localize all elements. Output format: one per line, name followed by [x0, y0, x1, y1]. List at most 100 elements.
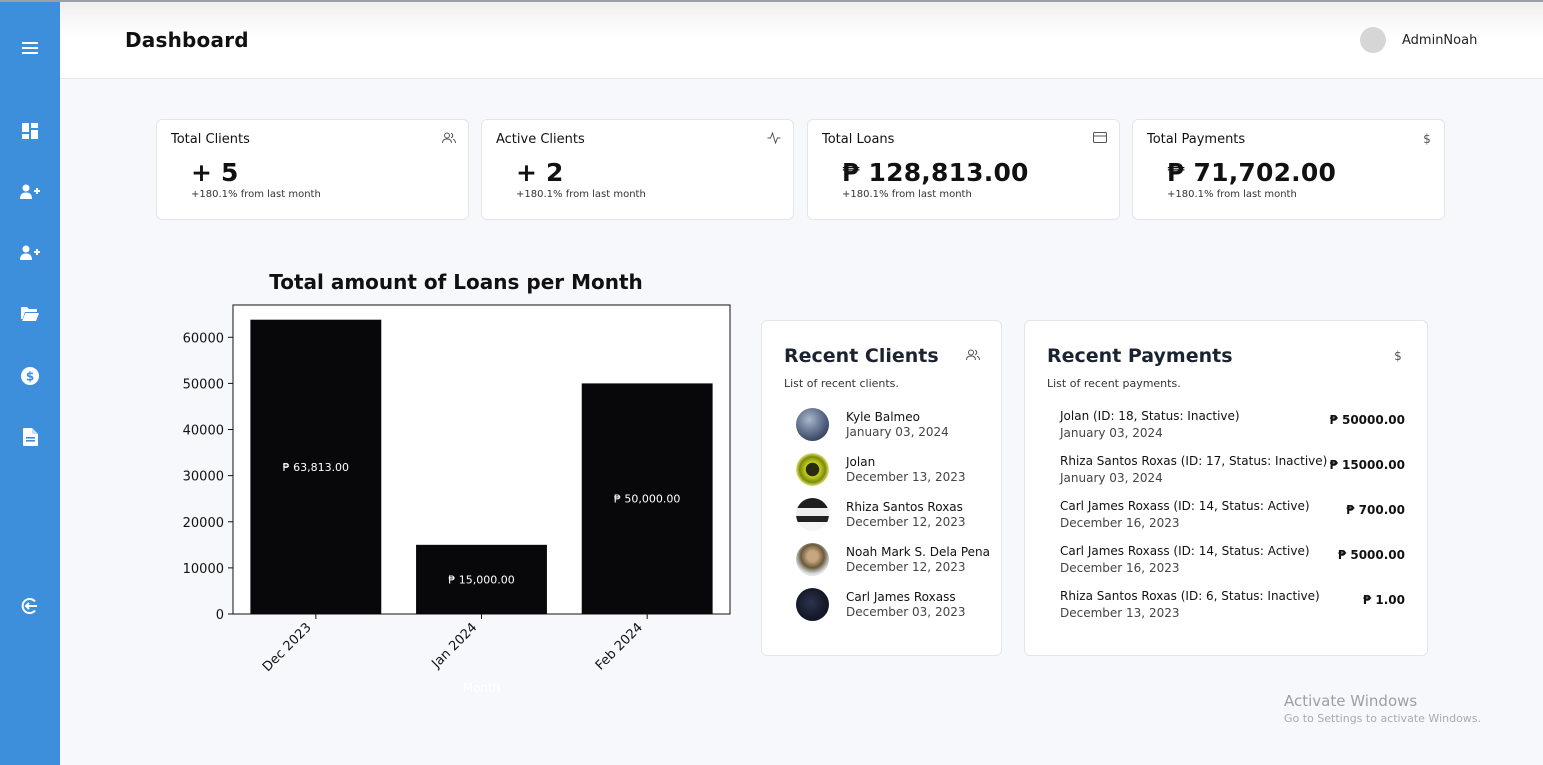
top-header: Dashboard AdminNoah [60, 2, 1543, 79]
sidebar-item-add-client[interactable] [0, 175, 60, 209]
list-item[interactable]: Rhiza Santos Roxas December 12, 2023 [796, 498, 996, 534]
client-date: December 13, 2023 [846, 470, 966, 484]
list-item[interactable]: Noah Mark S. Dela Pena December 12, 2023 [796, 543, 996, 579]
stat-label: Total Payments [1147, 132, 1246, 147]
stat-label: Active Clients [496, 132, 585, 147]
username[interactable]: AdminNoah [1402, 33, 1477, 48]
activate-windows-subtitle: Go to Settings to activate Windows. [1284, 712, 1482, 725]
client-name: Noah Mark S. Dela Pena [846, 545, 991, 559]
y-tick-label: 0 [216, 608, 224, 623]
payment-amount: ₱ 50000.00 [1329, 413, 1405, 427]
x-tick-label: Jan 2024 [429, 620, 481, 672]
sidebar-item-payments[interactable]: $ [0, 359, 60, 393]
list-item[interactable]: Rhiza Santos Roxas (ID: 17, Status: Inac… [1060, 454, 1405, 488]
sidebar-menu-toggle[interactable] [0, 31, 60, 65]
stat-note: +180.1% from last month [1167, 189, 1297, 200]
bar-data-label: ₱ 50,000.00 [614, 493, 680, 506]
payment-amount: ₱ 700.00 [1346, 503, 1405, 517]
stat-card-total-payments: Total Payments $ ₱ 71,702.00 +180.1% fro… [1132, 119, 1445, 220]
panel-title: Recent Payments [1047, 345, 1233, 367]
stat-note: +180.1% from last month [516, 189, 646, 200]
stat-card-active-clients: Active Clients + 2 +180.1% from last mon… [481, 119, 794, 220]
stat-value: + 2 [516, 158, 564, 187]
panel-subtitle: List of recent clients. [784, 377, 899, 390]
client-date: December 12, 2023 [846, 560, 966, 574]
stat-note: +180.1% from last month [191, 189, 321, 200]
recent-clients-panel: Recent Clients List of recent clients. K… [761, 320, 1002, 656]
client-name: Rhiza Santos Roxas [846, 500, 963, 514]
panel-subtitle: List of recent payments. [1047, 377, 1181, 390]
x-tick-label: Dec 2023 [260, 620, 315, 675]
list-item[interactable]: Carl James Roxass December 03, 2023 [796, 588, 996, 624]
payment-client: Carl James Roxass (ID: 14, Status: Activ… [1060, 544, 1310, 558]
chart-title: Total amount of Loans per Month [269, 270, 643, 294]
page-title: Dashboard [125, 28, 249, 52]
credit-card-icon [1093, 132, 1107, 143]
sidebar-item-dashboard[interactable] [0, 114, 60, 148]
payment-date: December 13, 2023 [1060, 606, 1180, 620]
recent-payments-panel: Recent Payments $ List of recent payment… [1024, 320, 1428, 656]
avatar [796, 408, 829, 441]
payment-client: Carl James Roxass (ID: 14, Status: Activ… [1060, 499, 1310, 513]
dashboard-icon [22, 123, 38, 139]
list-item[interactable]: Carl James Roxass (ID: 14, Status: Activ… [1060, 544, 1405, 578]
payment-client: Rhiza Santos Roxas (ID: 6, Status: Inact… [1060, 589, 1320, 603]
avatar [796, 453, 829, 486]
list-item[interactable]: Rhiza Santos Roxas (ID: 6, Status: Inact… [1060, 589, 1405, 623]
stat-value: ₱ 71,702.00 [1167, 158, 1337, 187]
client-name: Kyle Balmeo [846, 410, 920, 424]
sidebar-item-add-user[interactable] [0, 236, 60, 270]
bar-data-label: ₱ 15,000.00 [448, 573, 514, 586]
avatar [796, 588, 829, 621]
sidebar-logout[interactable] [0, 589, 60, 623]
y-tick-label: 50000 [183, 377, 224, 392]
y-tick-label: 20000 [183, 516, 224, 531]
menu-icon [22, 42, 38, 54]
stat-card-total-clients: Total Clients + 5 +180.1% from last mont… [156, 119, 469, 220]
client-date: December 03, 2023 [846, 605, 966, 619]
bar-data-label: ₱ 63,813.00 [283, 461, 349, 474]
svg-text:$: $ [1394, 349, 1402, 362]
client-name: Jolan [846, 455, 876, 469]
stat-value: ₱ 128,813.00 [842, 158, 1029, 187]
y-tick-label: 10000 [183, 562, 224, 577]
svg-text:$: $ [1423, 132, 1431, 145]
logout-icon [21, 598, 37, 614]
users-icon [442, 132, 456, 144]
list-item[interactable]: Jolan (ID: 18, Status: Inactive) January… [1060, 409, 1405, 443]
client-name: Carl James Roxass [846, 590, 956, 604]
avatar [796, 498, 829, 531]
folder-icon [21, 307, 39, 321]
sidebar-item-records[interactable] [0, 297, 60, 331]
list-item[interactable]: Carl James Roxass (ID: 14, Status: Activ… [1060, 499, 1405, 533]
list-item[interactable]: Jolan December 13, 2023 [796, 453, 996, 489]
loans-bar-chart: ₱ 63,813.00 Dec 2023 ₱ 15,000.00 Jan 2024 ₱ … [183, 304, 731, 695]
y-tick-label: 40000 [183, 424, 224, 439]
sidebar: $ [0, 2, 60, 765]
dollar-icon: $ [1394, 349, 1402, 362]
payment-date: January 03, 2024 [1060, 426, 1163, 440]
x-tick-label: Feb 2024 [593, 620, 646, 673]
list-item[interactable]: Kyle Balmeo January 03, 2024 [796, 408, 996, 444]
payment-date: December 16, 2023 [1060, 516, 1180, 530]
stat-value: + 5 [191, 158, 239, 187]
dollar-icon: $ [1423, 132, 1431, 145]
client-date: January 03, 2024 [846, 425, 949, 439]
payment-date: December 16, 2023 [1060, 561, 1180, 575]
activity-icon [767, 132, 781, 144]
stat-note: +180.1% from last month [842, 189, 972, 200]
svg-text:$: $ [26, 370, 34, 384]
activate-windows-title: Activate Windows [1284, 692, 1418, 710]
payment-amount: ₱ 5000.00 [1337, 548, 1405, 562]
payment-client: Jolan (ID: 18, Status: Inactive) [1060, 409, 1240, 423]
add-user-icon [20, 184, 40, 199]
x-axis-label: Month [463, 681, 501, 695]
y-tick-label: 30000 [183, 470, 224, 485]
payment-date: January 03, 2024 [1060, 471, 1163, 485]
payment-amount: ₱ 15000.00 [1329, 458, 1405, 472]
user-avatar[interactable] [1360, 27, 1386, 53]
client-date: December 12, 2023 [846, 515, 966, 529]
sidebar-item-reports[interactable] [0, 420, 60, 454]
stat-label: Total Loans [822, 132, 895, 147]
payment-amount: ₱ 1.00 [1362, 593, 1405, 607]
